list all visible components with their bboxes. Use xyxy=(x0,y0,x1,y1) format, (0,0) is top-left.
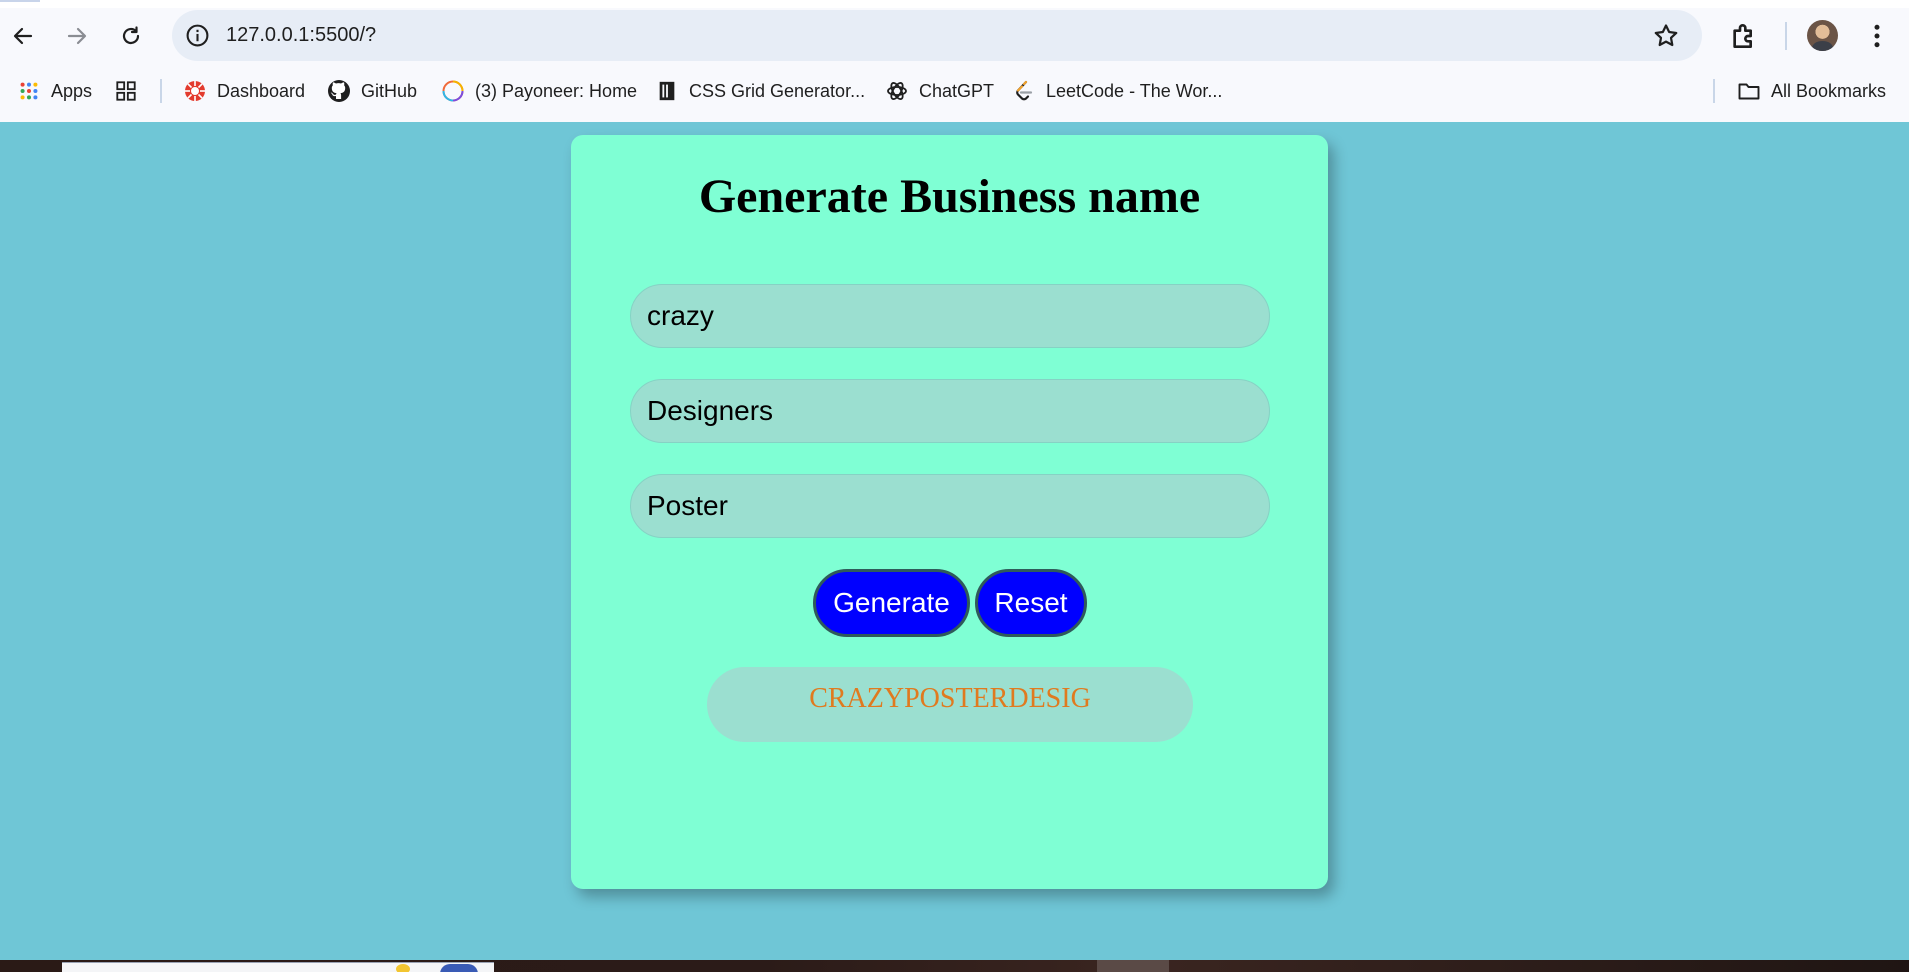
reset-button[interactable]: Reset xyxy=(975,569,1087,637)
profile-avatar[interactable] xyxy=(1807,20,1838,51)
forward-arrow-icon xyxy=(67,27,87,45)
bookmark-label: GitHub xyxy=(361,80,418,101)
second-word-input[interactable] xyxy=(630,379,1270,443)
bookmark-dashboard[interactable]: Dashboard xyxy=(183,76,305,106)
taskbar-active-app[interactable] xyxy=(1097,960,1169,972)
all-bookmarks-label: All Bookmarks xyxy=(1771,80,1887,101)
leetcode-icon xyxy=(1012,79,1036,103)
bookmark-label: ChatGPT xyxy=(919,80,995,101)
bookmark-tab-groups[interactable] xyxy=(114,76,148,106)
taskbar xyxy=(0,960,1909,972)
tab-strip xyxy=(0,0,1909,8)
bookmark-label: Dashboard xyxy=(217,80,306,101)
bookmark-label: (3) Payoneer: Home xyxy=(475,80,638,101)
generate-button[interactable]: Generate xyxy=(813,569,970,637)
bookmarks-divider xyxy=(1713,79,1715,103)
generated-name-output: CRAZYPOSTERDESIG xyxy=(707,667,1193,742)
bookmark-css-grid[interactable]: CSS Grid Generator... xyxy=(655,76,865,106)
forward-button[interactable] xyxy=(61,20,93,52)
css-grid-icon xyxy=(655,79,679,103)
bookmark-apps[interactable]: Apps xyxy=(17,76,92,106)
bookmark-label: CSS Grid Generator... xyxy=(689,80,866,101)
more-menu-icon[interactable] xyxy=(1862,20,1892,52)
bookmark-star-icon[interactable] xyxy=(1652,22,1680,50)
bookmark-leetcode[interactable]: LeetCode - The Wor... xyxy=(1012,76,1222,106)
bookmark-chatgpt[interactable]: ChatGPT xyxy=(885,76,994,106)
chatgpt-icon xyxy=(885,79,909,103)
tab-groups-icon xyxy=(114,79,138,103)
url-text[interactable]: 127.0.0.1:5500/? xyxy=(226,24,376,47)
bookmark-github[interactable]: GitHub xyxy=(327,76,417,106)
all-bookmarks-button[interactable]: All Bookmarks xyxy=(1737,76,1886,106)
address-bar[interactable]: 127.0.0.1:5500/? xyxy=(172,10,1702,61)
taskbar-app-icon[interactable] xyxy=(440,964,478,972)
back-arrow-icon xyxy=(13,27,33,45)
reload-icon xyxy=(122,26,140,45)
browser-chrome: 127.0.0.1:5500/? Apps Dashboard GitHub (… xyxy=(0,0,1909,122)
third-word-input[interactable] xyxy=(630,474,1270,538)
back-button[interactable] xyxy=(7,20,39,52)
folder-icon xyxy=(1737,79,1761,103)
page-title: Generate Business name xyxy=(698,170,1201,223)
bookmarks-bar: Apps Dashboard GitHub (3) Payoneer: Home xyxy=(0,76,1909,106)
taskbar-app-icon[interactable] xyxy=(396,964,410,972)
active-tab-accent xyxy=(0,0,40,2)
apps-grid-icon xyxy=(17,79,41,103)
toolbar-divider xyxy=(1785,22,1787,50)
taskbar-window-preview[interactable] xyxy=(62,962,494,972)
bookmarks-divider xyxy=(160,79,162,103)
github-icon xyxy=(327,79,351,103)
payoneer-icon xyxy=(441,79,465,103)
dashboard-icon xyxy=(183,79,207,103)
reload-button[interactable] xyxy=(115,20,147,52)
site-info-icon[interactable] xyxy=(185,23,210,48)
generator-card: Generate Business name Generate Reset CR… xyxy=(571,135,1328,889)
bookmark-payoneer[interactable]: (3) Payoneer: Home xyxy=(441,76,637,106)
extensions-icon[interactable] xyxy=(1728,20,1760,52)
first-word-input[interactable] xyxy=(630,284,1270,348)
bookmark-label: Apps xyxy=(51,80,93,101)
bookmark-label: LeetCode - The Wor... xyxy=(1046,80,1223,101)
